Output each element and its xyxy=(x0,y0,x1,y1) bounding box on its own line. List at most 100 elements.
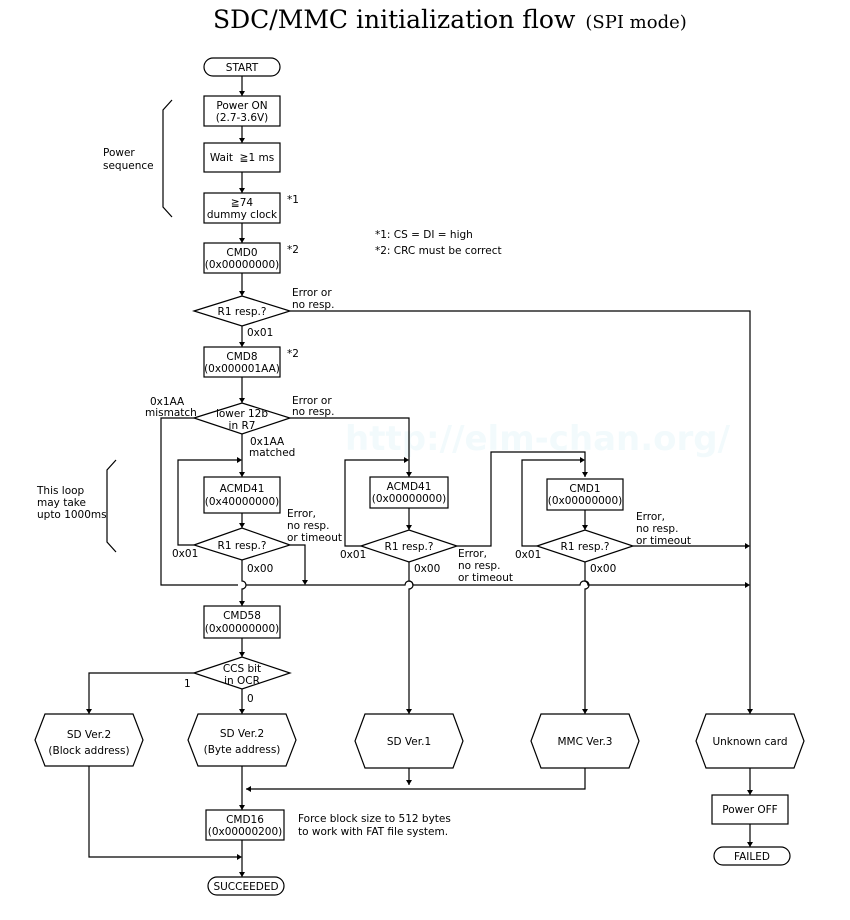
arrow-right xyxy=(745,582,750,588)
arrow-right xyxy=(237,457,242,463)
arrow-down xyxy=(239,872,245,877)
r1-acmd41-label: R1 resp.? xyxy=(385,541,434,553)
arrow-down xyxy=(239,601,245,606)
arrow-down xyxy=(86,709,92,714)
loop-b-label: 0x01 xyxy=(340,549,366,561)
arrow-down xyxy=(239,188,245,193)
node-failed: FAILED xyxy=(713,846,791,866)
r7-error-label-2: no resp. xyxy=(292,406,334,418)
ccs-label-2: in OCR xyxy=(224,675,260,687)
power-off-label: Power OFF xyxy=(722,804,777,816)
note-1: *1: CS = DI = high xyxy=(375,229,473,241)
acmd41-arg: (0x00000000) xyxy=(372,493,447,505)
r7-label-1: lower 12b xyxy=(216,408,268,420)
cmd16-label: CMD16 xyxy=(226,814,264,826)
err-c-label-3: or timeout xyxy=(636,535,691,547)
arrow-down xyxy=(582,525,588,530)
mismatch-label-2: mismatch xyxy=(145,407,197,419)
title-sub: (SPI mode) xyxy=(585,12,686,33)
err-b-label-1: Error, xyxy=(458,548,487,560)
arrow-down xyxy=(239,238,245,243)
err-a-label-2: no resp. xyxy=(287,520,329,532)
r1-cmd1-label: R1 resp.? xyxy=(561,541,610,553)
arrow-left xyxy=(246,786,251,792)
err-a-label-3: or timeout xyxy=(287,532,342,544)
arrow-down xyxy=(747,790,753,795)
edge-mmc-join xyxy=(246,766,586,790)
arrow-down xyxy=(406,709,412,714)
arrow-down xyxy=(239,709,245,714)
arrow-down xyxy=(406,780,412,785)
power-sequence-label-2: sequence xyxy=(103,160,154,172)
edge-r1c-mmc xyxy=(584,562,590,714)
result-sd2-block: SD Ver.2 (Block address) xyxy=(34,713,144,767)
cmd0-label: CMD0 xyxy=(226,247,257,259)
cmd1-arg: (0x00000000) xyxy=(548,495,623,507)
footnote-mark-2b: *2 xyxy=(287,348,299,360)
arrow-down xyxy=(747,842,753,847)
err-c-label-1: Error, xyxy=(636,511,665,523)
decision-r1-acmd41-hcs: R1 resp.? xyxy=(192,527,292,561)
sd2-block-label: SD Ver.2 xyxy=(67,729,111,741)
watermark: http://elm-chan.org/ xyxy=(345,419,731,459)
arrow-down xyxy=(239,805,245,810)
arrow-down xyxy=(582,472,588,477)
err-a-label-1: Error, xyxy=(287,508,316,520)
start-label: START xyxy=(226,62,259,74)
ok-a-label: 0x00 xyxy=(247,563,273,575)
node-cmd0: CMD0 (0x00000000) xyxy=(203,242,281,274)
acmd41-hcs-label: ACMD41 xyxy=(220,483,265,495)
result-mmc3: MMC Ver.3 xyxy=(530,713,640,769)
arrow-right xyxy=(237,854,242,860)
cmd0-ok-label: 0x01 xyxy=(247,327,273,339)
result-sd1: SD Ver.1 xyxy=(354,713,464,769)
node-cmd8: CMD8 (0x000001AA) xyxy=(203,346,281,378)
result-sd2-byte: SD Ver.2 (Byte address) xyxy=(187,713,297,767)
dummy-clock-count: ≧74 xyxy=(231,197,253,209)
result-unknown: Unknown card xyxy=(695,713,805,769)
arrow-right xyxy=(745,543,750,549)
footnote-mark-1: *1 xyxy=(287,194,299,206)
arrow-down xyxy=(747,709,753,714)
decision-r1-cmd1: R1 resp.? xyxy=(535,529,635,563)
node-cmd1: CMD1 (0x00000000) xyxy=(546,478,624,511)
cmd0-error-label-1: Error or xyxy=(292,287,332,299)
mmc3-label: MMC Ver.3 xyxy=(558,736,613,748)
power-on-label: Power ON xyxy=(216,100,267,112)
acmd41-label: ACMD41 xyxy=(387,481,432,493)
node-start: START xyxy=(203,57,281,77)
dummy-clock-label: dummy clock xyxy=(207,209,278,221)
ccs-0-label: 0 xyxy=(247,693,254,705)
cmd8-label: CMD8 xyxy=(226,351,257,363)
cmd1-label: CMD1 xyxy=(569,483,600,495)
node-wait: Wait ≧1 ms xyxy=(203,142,281,173)
acmd41-hcs-arg: (0x40000000) xyxy=(205,496,280,508)
ok-b-label: 0x00 xyxy=(414,563,440,575)
loop-c-label: 0x01 xyxy=(515,549,541,561)
arrow-down xyxy=(302,580,308,585)
loop-label-3: upto 1000ms xyxy=(37,509,107,521)
ok-c-label: 0x00 xyxy=(590,563,616,575)
title-main: SDC/MMC initialization flow xyxy=(213,5,576,34)
matched-label-2: matched xyxy=(249,447,295,459)
wait-label: Wait ≧1 ms xyxy=(210,152,274,164)
edge-r1b-sd1 xyxy=(408,562,414,714)
page-title: SDC/MMC initialization flow (SPI mode) xyxy=(213,5,687,34)
cmd0-error-label-2: no resp. xyxy=(292,299,334,311)
edge-r1a-cmd58 xyxy=(241,560,247,606)
sd2-byte-label: SD Ver.2 xyxy=(220,728,264,740)
arrow-down xyxy=(406,525,412,530)
note-2: *2: CRC must be correct xyxy=(375,245,502,257)
arrow-down xyxy=(239,291,245,296)
decision-ccs: CCS bit in OCR xyxy=(192,656,292,690)
power-sequence-bracket xyxy=(162,99,173,218)
arrow-down xyxy=(239,652,245,657)
decision-r1-acmd41: R1 resp.? xyxy=(359,529,459,563)
node-cmd58: CMD58 (0x00000000) xyxy=(203,605,281,639)
arrow-down xyxy=(239,472,245,477)
arrow-down xyxy=(239,91,245,96)
node-cmd16: CMD16 (0x00000200) xyxy=(205,809,285,841)
r1-cmd0-label: R1 resp.? xyxy=(218,306,267,318)
arrow-down xyxy=(239,398,245,403)
node-power-on: Power ON (2.7-3.6V) xyxy=(203,95,281,127)
